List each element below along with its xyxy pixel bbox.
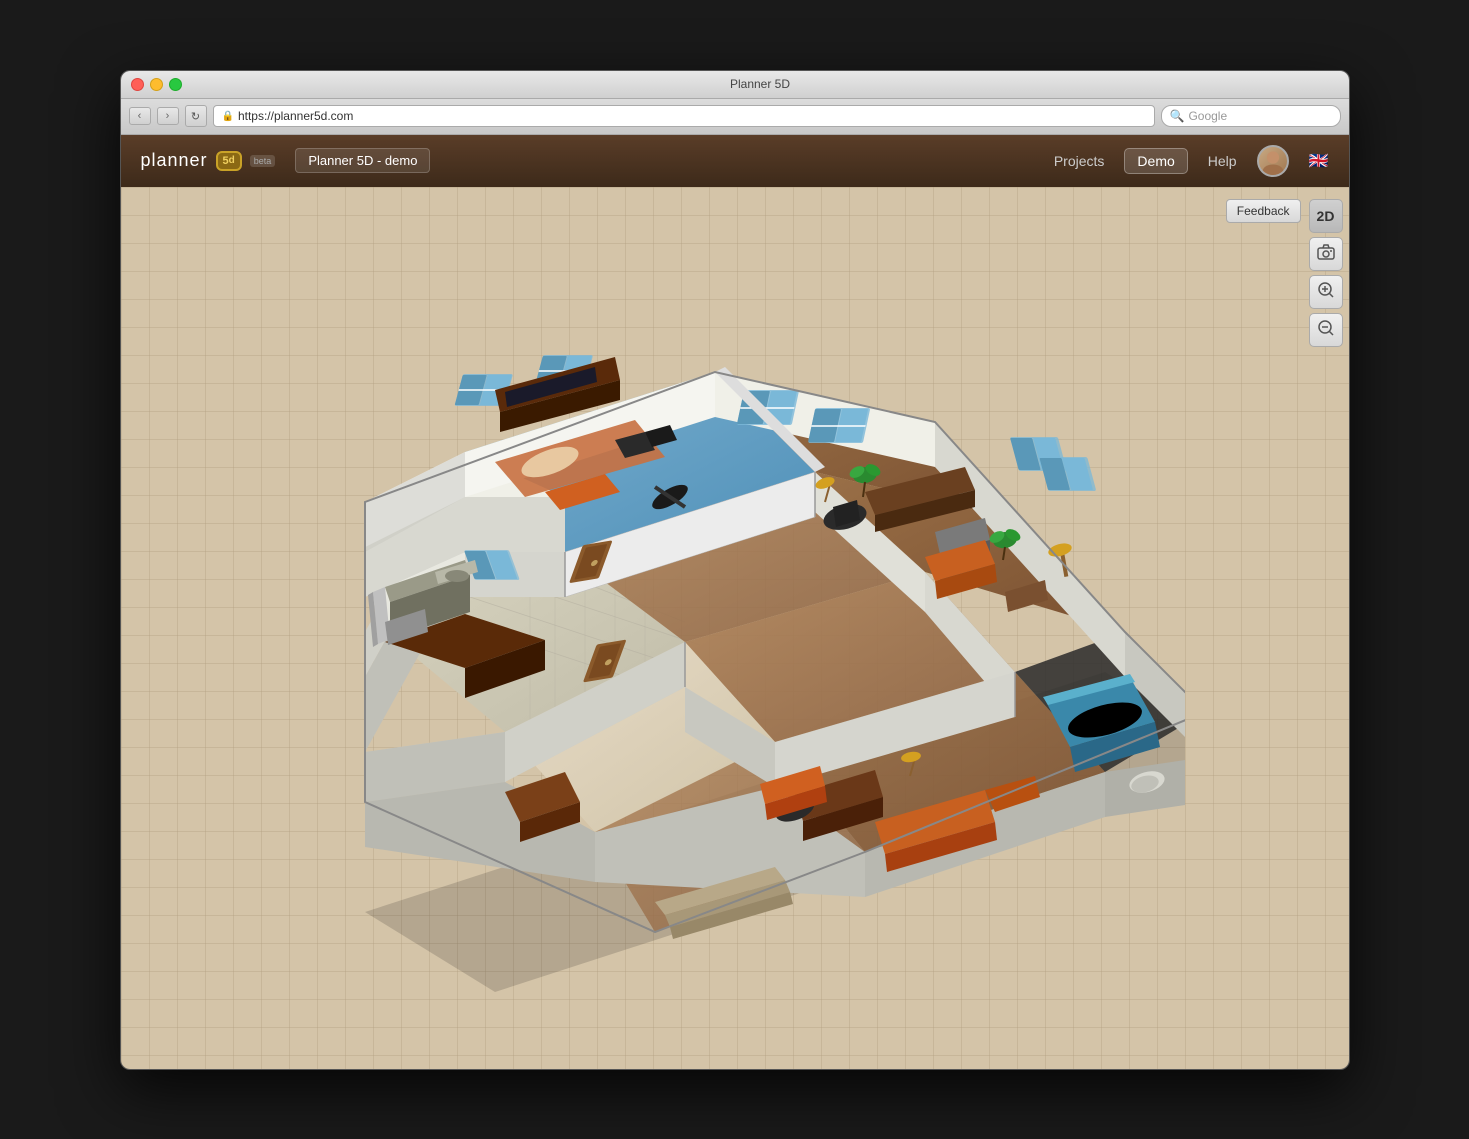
zoom-in-button[interactable] [1309,275,1343,309]
forward-button[interactable]: › [157,107,179,125]
right-toolbar: 2D [1309,199,1343,347]
app-header: planner 5d beta Planner 5D - demo Projec… [121,135,1349,187]
zoom-out-icon [1317,319,1335,340]
feedback-button[interactable]: Feedback [1226,199,1301,223]
camera-icon [1317,244,1335,263]
title-bar: Planner 5D [121,71,1349,99]
nav-projects[interactable]: Projects [1054,153,1105,169]
refresh-button[interactable]: ↻ [185,105,207,127]
header-nav: Projects Demo Help 🇬🇧 [1054,145,1329,177]
floorplan-svg[interactable] [285,292,1185,992]
traffic-lights [131,78,182,91]
close-button[interactable] [131,78,144,91]
mac-window: Planner 5D ‹ › ↻ 🔒 https://planner5d.com… [120,70,1350,1070]
canvas-area: Feedback 2D [121,187,1349,1069]
search-bar[interactable]: 🔍 Google [1161,105,1341,127]
logo-text: planner [141,150,208,171]
screenshot-button[interactable] [1309,237,1343,271]
window-title: Planner 5D [182,77,1339,91]
beta-tag: beta [250,155,276,167]
nav-help[interactable]: Help [1208,153,1237,169]
nav-demo[interactable]: Demo [1124,148,1187,174]
zoom-in-icon [1317,281,1335,302]
search-icon: 🔍 [1170,109,1185,123]
user-avatar[interactable] [1257,145,1289,177]
logo-letter: d [229,155,235,166]
minimize-button[interactable] [150,78,163,91]
project-name[interactable]: Planner 5D - demo [295,148,430,173]
language-flag[interactable]: 🇬🇧 [1309,151,1329,171]
floorplan-container [285,292,1185,992]
zoom-out-button[interactable] [1309,313,1343,347]
lock-icon: 🔒 [222,111,234,122]
logo-badge: 5d [216,151,242,171]
address-bar[interactable]: 🔒 https://planner5d.com [213,105,1155,127]
logo-area: planner 5d beta [141,150,276,171]
browser-chrome: ‹ › ↻ 🔒 https://planner5d.com 🔍 Google [121,99,1349,135]
2d-view-button[interactable]: 2D [1309,199,1343,233]
maximize-button[interactable] [169,78,182,91]
back-button[interactable]: ‹ [129,107,151,125]
